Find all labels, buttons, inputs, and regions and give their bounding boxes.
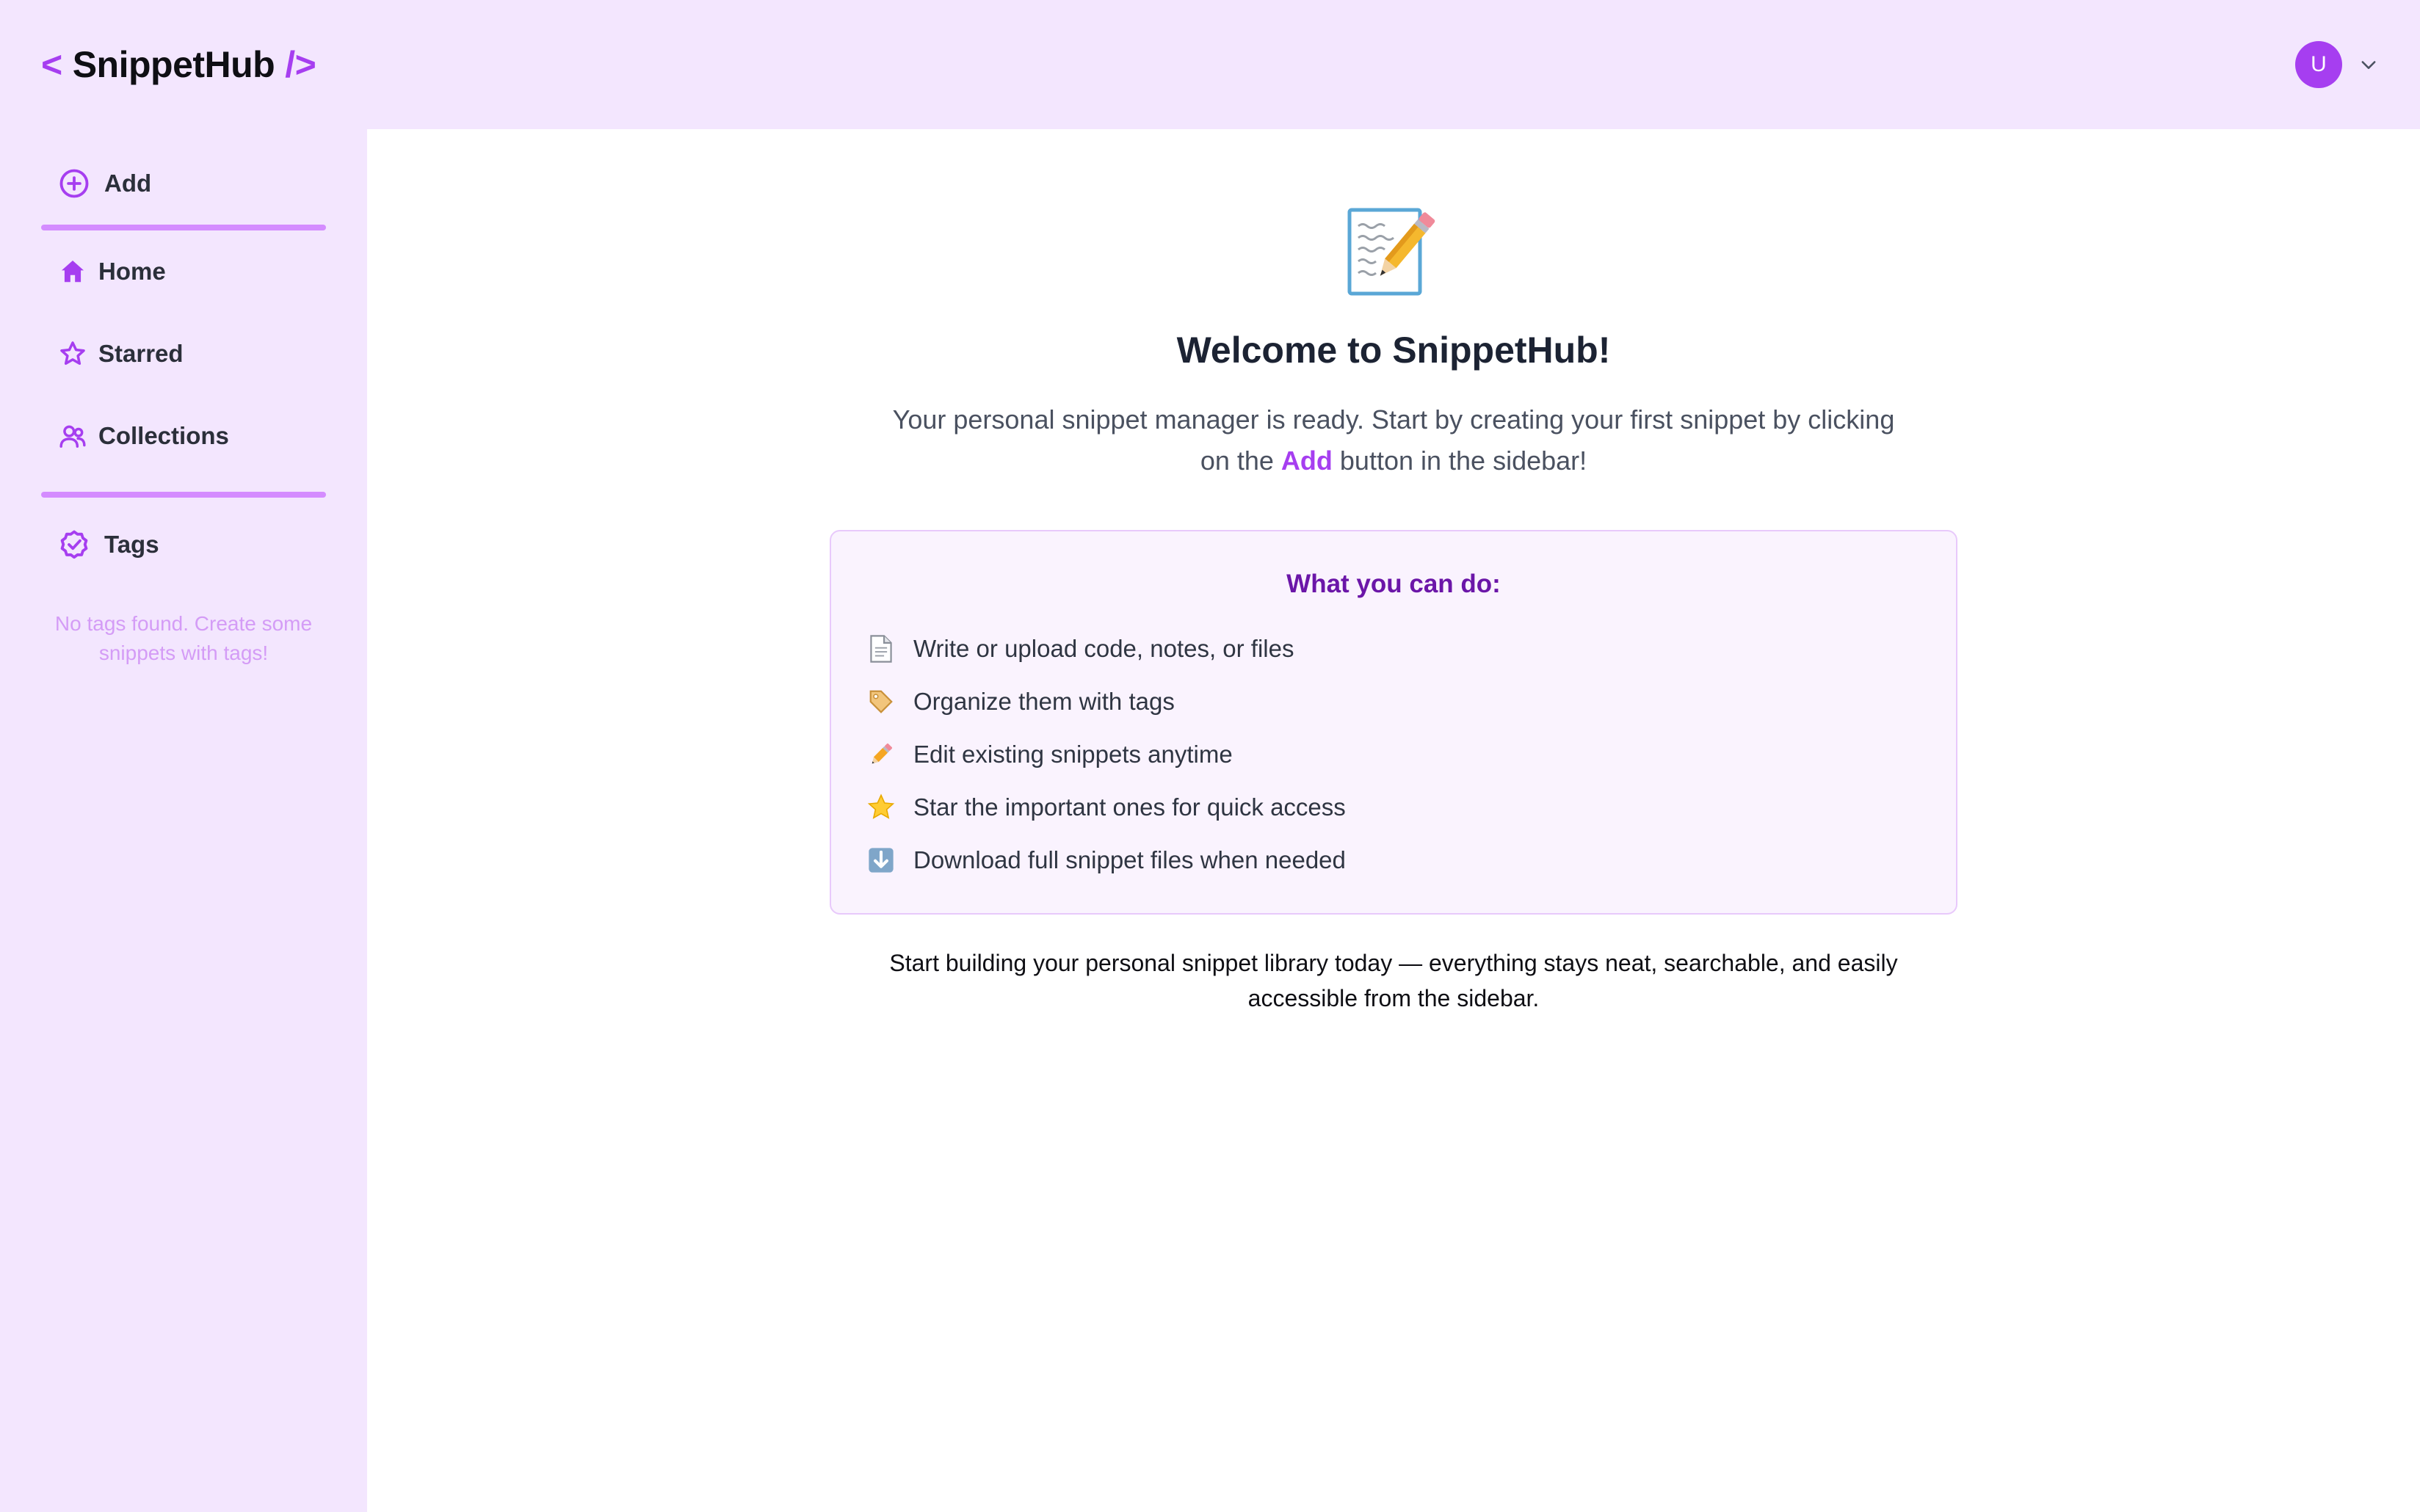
sidebar-item-label: Starred (98, 340, 184, 367)
sidebar-item-add[interactable]: Add (41, 156, 326, 211)
chevron-down-icon[interactable] (2358, 54, 2379, 75)
list-item: Edit existing snippets anytime (866, 728, 1346, 781)
pencil-icon (866, 740, 896, 769)
sidebar-item-tags[interactable]: Tags (41, 517, 326, 573)
list-item: Write or upload code, notes, or files (866, 622, 1346, 675)
sidebar-item-home[interactable]: Home (41, 247, 326, 297)
sidebar: Add Home Starred Collections Tags No tag… (0, 129, 367, 1512)
list-item-text: Star the important ones for quick access (913, 793, 1346, 821)
memo-pencil-icon (1347, 208, 1435, 296)
sidebar-item-label: Home (98, 258, 166, 285)
sidebar-item-collections[interactable]: Collections (41, 411, 326, 461)
label-tag-icon (866, 687, 896, 716)
badge-check-icon (59, 529, 90, 560)
footer-text: Start building your personal snippet lib… (889, 950, 1898, 1011)
logo-text: SnippetHub (72, 44, 275, 85)
empty-tags-message: No tags found. Create some snippets with… (54, 612, 313, 664)
avatar[interactable]: U (2295, 41, 2342, 88)
page-title: Welcome to SnippetHub! (1176, 330, 1611, 371)
list-item: Download full snippet files when needed (866, 834, 1346, 887)
list-item-text: Download full snippet files when needed (913, 846, 1346, 873)
list-item: Organize them with tags (866, 675, 1346, 728)
home-icon (59, 258, 87, 286)
sidebar-item-label: Add (104, 170, 152, 197)
logo-bracket-left: < (41, 44, 62, 85)
logo-bracket-right: /> (285, 44, 316, 85)
app-logo[interactable]: < SnippetHub /> (41, 43, 316, 86)
features-card: What you can do: Write or upload code, n… (830, 530, 1957, 915)
card-title: What you can do: (1286, 570, 1501, 598)
list-item: Star the important ones for quick access (866, 781, 1346, 834)
sidebar-item-starred[interactable]: Starred (41, 329, 326, 379)
plus-circle-icon (59, 168, 90, 199)
add-highlight: Add (1280, 446, 1333, 476)
star-icon (866, 793, 896, 822)
sidebar-item-label: Collections (98, 422, 229, 449)
list-item-text: Edit existing snippets anytime (913, 741, 1233, 768)
subtitle-text: button in the sidebar! (1332, 446, 1587, 476)
sidebar-divider (41, 225, 326, 230)
welcome-subtitle: Your personal snippet manager is ready. … (880, 399, 1908, 481)
features-list: Write or upload code, notes, or files Or… (866, 622, 1346, 887)
list-item-text: Write or upload code, notes, or files (913, 635, 1294, 662)
user-menu[interactable]: U (2295, 41, 2379, 88)
top-header: < SnippetHub /> U (0, 0, 2420, 129)
sidebar-item-label: Tags (104, 531, 159, 558)
users-icon (59, 422, 87, 450)
download-arrow-icon (866, 846, 896, 875)
main-content: Welcome to SnippetHub! Your personal sni… (367, 129, 2420, 1512)
star-icon (59, 340, 87, 368)
page-icon (866, 634, 896, 664)
list-item-text: Organize them with tags (913, 688, 1175, 715)
sidebar-divider (41, 492, 326, 498)
